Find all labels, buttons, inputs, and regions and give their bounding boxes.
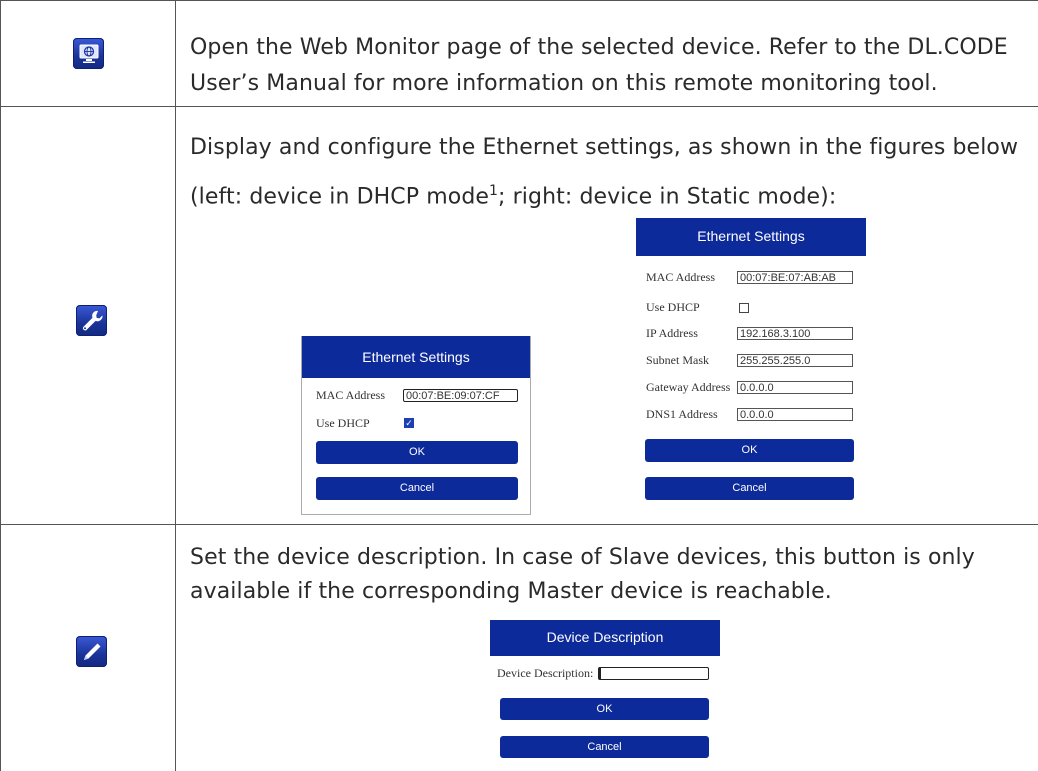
wrench-settings-icon [76,305,107,336]
subnet-mask-label: Subnet Mask [646,353,709,367]
device-description-dialog: Device Description Device Description: O… [490,620,720,765]
ip-address-label: IP Address [646,326,698,340]
dialog-title: Ethernet Settings [636,218,866,256]
ethernet-settings-dialog-dhcp: Ethernet Settings MAC Address 00:07:BE:0… [301,336,531,515]
ethernet-settings-dialog-static: Ethernet Settings MAC Address 00:07:BE:0… [636,218,866,504]
dialog-title: Device Description [490,620,720,656]
table-border-top [0,0,1038,1]
subnet-mask-field[interactable]: 255.255.255.0 [737,354,853,367]
device-description-field[interactable] [598,667,709,680]
row2-line2-post: ; right: device in Static mode): [498,184,837,210]
row2-line2-pre: (left: device in DHCP mode [190,184,490,210]
web-monitor-icon [73,38,104,69]
row2-description-line1: Display and configure the Ethernet setti… [190,135,1019,160]
mac-address-label: MAC Address [316,388,386,402]
mac-address-label: MAC Address [646,270,716,284]
use-dhcp-label: Use DHCP [646,300,700,314]
mac-address-field[interactable]: 00:07:BE:07:AB:AB [737,271,853,284]
use-dhcp-label: Use DHCP [316,416,370,430]
pencil-edit-icon [76,636,107,667]
row3-description-line2: available if the corresponding Master de… [190,579,832,604]
ok-button[interactable]: OK [500,698,709,720]
device-description-label: Device Description: [497,666,594,680]
mac-address-field[interactable]: 00:07:BE:09:07:CF [403,389,518,402]
cancel-button[interactable]: Cancel [316,477,518,500]
cancel-button[interactable]: Cancel [500,736,709,758]
dialog-title: Ethernet Settings [302,336,530,378]
row1-description: Open the Web Monitor page of the selecte… [190,35,1008,96]
footnote-ref: 1 [489,183,499,199]
gateway-address-label: Gateway Address [646,380,731,394]
column-divider [175,0,176,771]
row2-description-line2: (left: device in DHCP mode1; right: devi… [190,173,836,215]
gateway-address-field[interactable]: 0.0.0.0 [737,381,853,394]
cancel-button[interactable]: Cancel [645,477,854,500]
use-dhcp-checkbox[interactable]: ✓ [404,418,414,428]
ip-address-field[interactable]: 192.168.3.100 [737,327,853,340]
ok-button[interactable]: OK [316,441,518,464]
ok-button[interactable]: OK [645,439,854,462]
dns1-address-field[interactable]: 0.0.0.0 [737,408,853,421]
table-border-left [0,0,1,771]
row-divider-1 [0,106,1038,107]
row-divider-2 [0,524,1038,525]
use-dhcp-checkbox[interactable] [739,303,749,313]
dns1-address-label: DNS1 Address [646,407,718,421]
row3-description-line1: Set the device description. In case of S… [190,545,975,570]
